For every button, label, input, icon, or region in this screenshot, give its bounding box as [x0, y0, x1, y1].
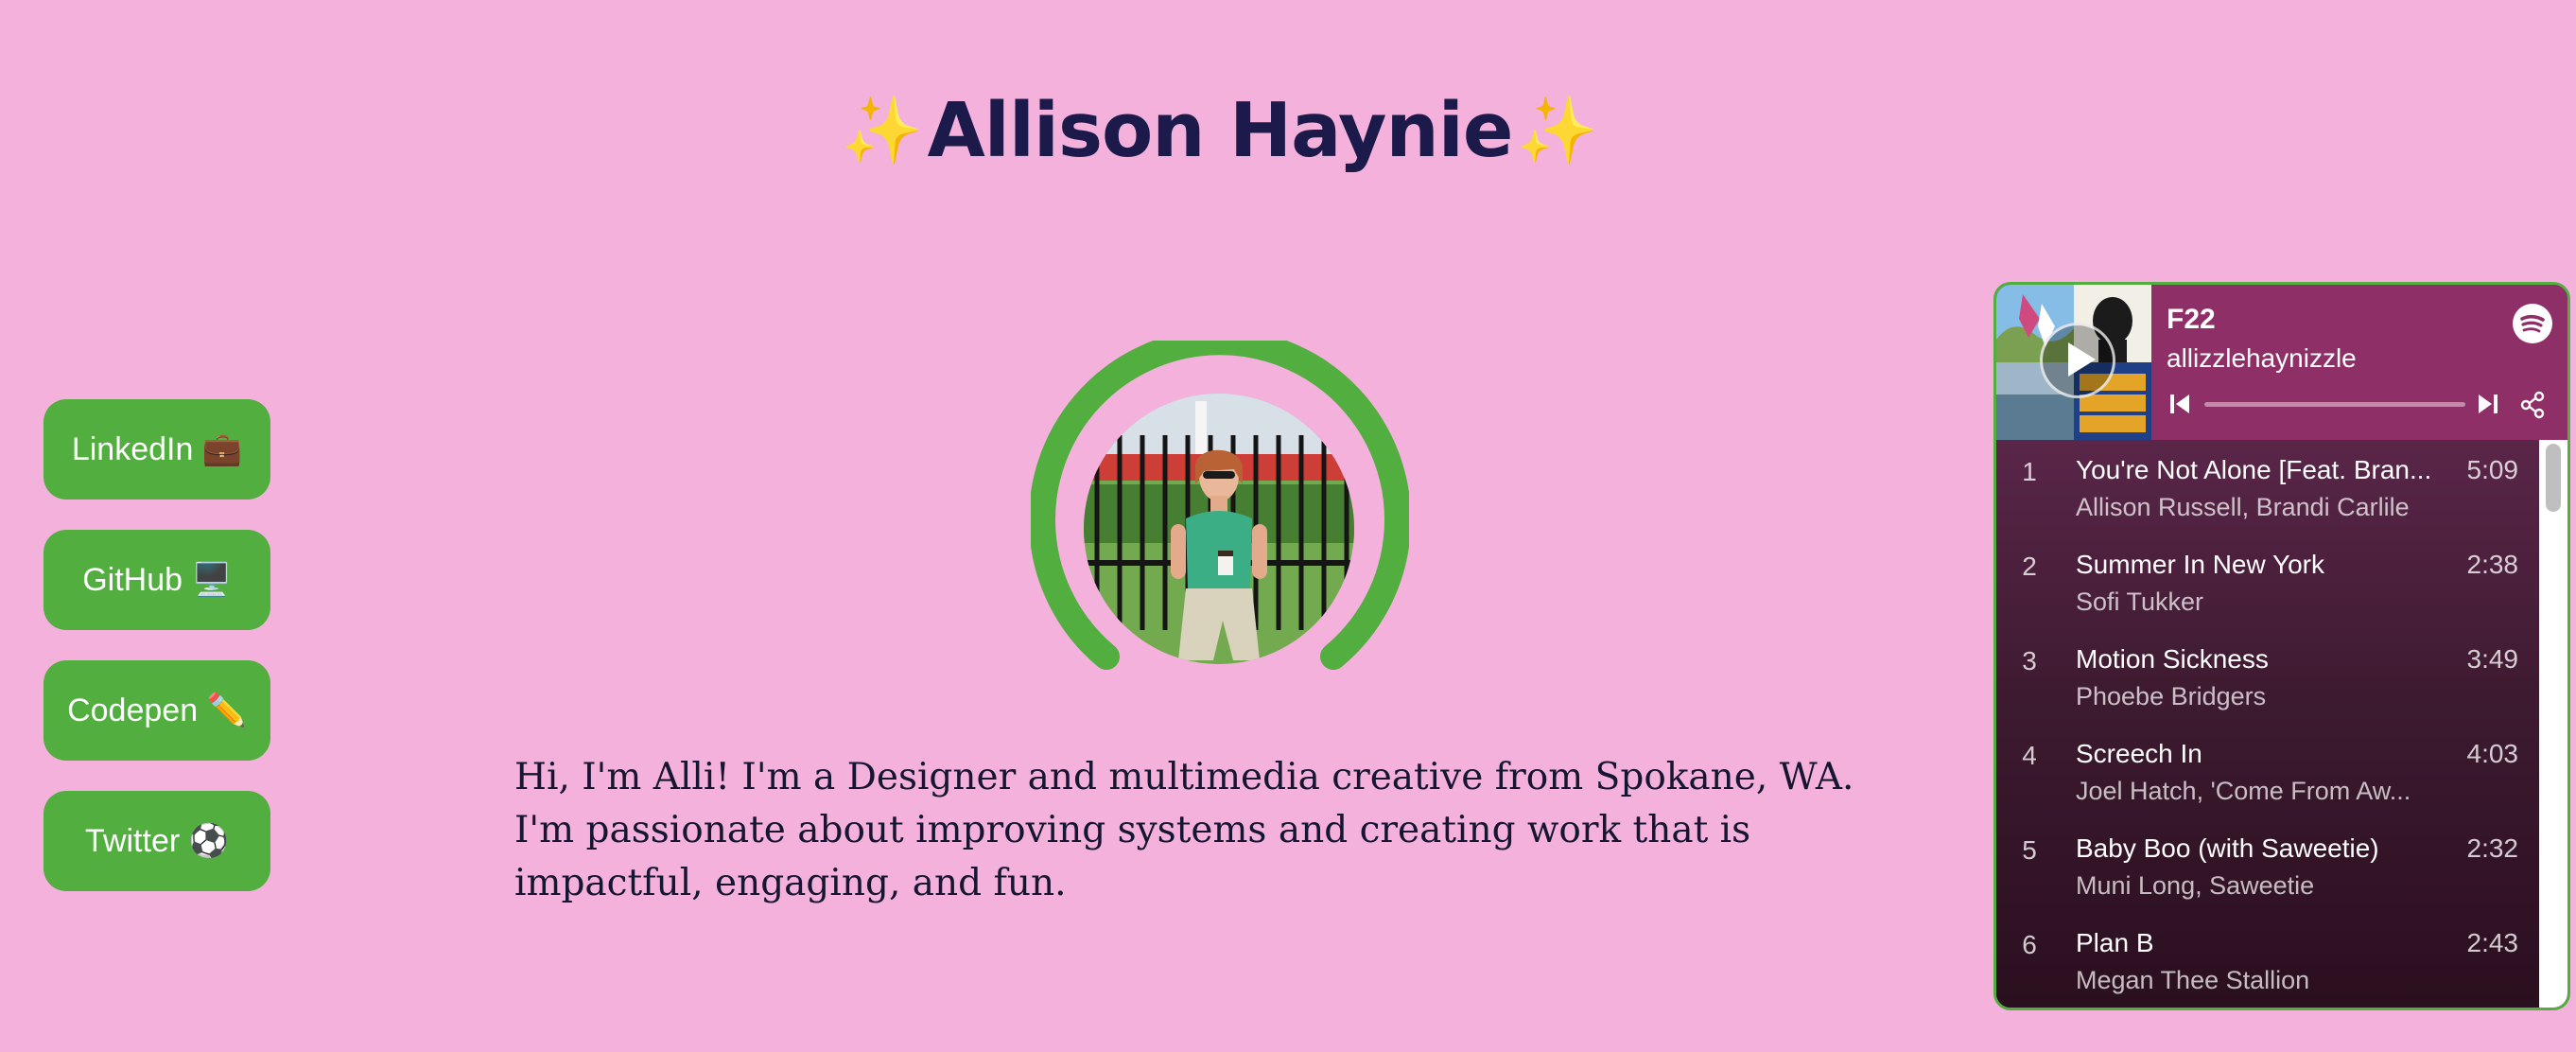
track-row[interactable]: 5 Baby Boo (with Saweetie) Muni Long, Sa… — [1996, 818, 2535, 913]
spotify-icon[interactable] — [2513, 304, 2552, 343]
track-number: 4 — [2022, 741, 2037, 770]
track-artist: Muni Long, Saweetie — [2076, 871, 2315, 900]
track-artist: Allison Russell, Brandi Carlile — [2076, 493, 2410, 521]
track-artist: Megan Thee Stallion — [2076, 966, 2310, 994]
codepen-button[interactable]: Codepen ✏️ — [44, 660, 270, 761]
skip-back-icon[interactable] — [2167, 391, 2193, 417]
page-title: Allison Haynie — [927, 87, 1514, 174]
scroll-thumb[interactable] — [2546, 444, 2561, 512]
track-row[interactable]: 2 Summer In New York Sofi Tukker 2:38 — [1996, 535, 2535, 629]
avatar — [1084, 394, 1354, 664]
playlist-name: F22 — [2167, 304, 2216, 335]
track-duration: 2:32 — [2466, 833, 2519, 863]
playlist-owner: allizzlehaynizzle — [2167, 343, 2357, 373]
page-header: ✨ Allison Haynie ✨ — [0, 74, 2440, 187]
track-title: Motion Sickness — [2076, 644, 2269, 674]
track-title: Plan B — [2076, 928, 2154, 957]
progress-bar[interactable] — [2204, 402, 2465, 407]
track-number: 3 — [2022, 646, 2037, 675]
play-icon[interactable] — [2040, 323, 2115, 398]
intro-text: Hi, I'm Alli! I'm a Designer and multime… — [514, 756, 1854, 904]
track-row[interactable]: 1 You're Not Alone [Feat. Bran... Alliso… — [1996, 440, 2535, 535]
track-number: 6 — [2022, 930, 2037, 959]
track-title: Screech In — [2076, 739, 2202, 768]
track-number: 1 — [2022, 457, 2037, 486]
track-row[interactable]: 3 Motion Sickness Phoebe Bridgers 3:49 — [1996, 629, 2535, 724]
track-title: You're Not Alone [Feat. Bran... — [2076, 455, 2432, 484]
track-duration: 2:43 — [2466, 928, 2519, 957]
sparkle-icon: ✨ — [1516, 92, 1599, 169]
player-header: F22 allizzlehaynizzle — [1996, 285, 2567, 440]
track-number: 2 — [2022, 552, 2037, 581]
spotify-player: F22 allizzlehaynizzle 1 You're Not Alone… — [1993, 282, 2570, 1010]
track-title: Summer In New York — [2076, 550, 2324, 579]
track-duration: 2:38 — [2466, 550, 2519, 579]
track-number: 5 — [2022, 835, 2037, 865]
track-list-scrollbar[interactable] — [2539, 440, 2567, 1008]
track-row[interactable]: 4 Screech In Joel Hatch, 'Come From Aw..… — [1996, 724, 2535, 818]
track-artist: Phoebe Bridgers — [2076, 682, 2267, 710]
twitter-button[interactable]: Twitter ⚽ — [44, 791, 270, 891]
github-button[interactable]: GitHub 🖥️ — [44, 530, 270, 630]
sparkle-icon: ✨ — [841, 92, 924, 169]
share-icon[interactable] — [2516, 389, 2549, 421]
track-duration: 3:49 — [2466, 644, 2519, 674]
album-art — [1996, 285, 2151, 440]
track-row[interactable]: 6 Plan B Megan Thee Stallion 2:43 — [1996, 913, 2535, 1008]
skip-forward-icon[interactable] — [2475, 391, 2501, 417]
linkedin-button[interactable]: LinkedIn 💼 — [44, 399, 270, 500]
track-artist: Joel Hatch, 'Come From Aw... — [2076, 777, 2411, 805]
track-artist: Sofi Tukker — [2076, 587, 2204, 616]
track-title: Baby Boo (with Saweetie) — [2076, 833, 2379, 863]
track-list: 1 You're Not Alone [Feat. Bran... Alliso… — [1996, 440, 2567, 1008]
track-duration: 5:09 — [2466, 455, 2519, 484]
track-duration: 4:03 — [2466, 739, 2519, 768]
social-nav: LinkedIn 💼 GitHub 🖥️ Codepen ✏️ Twitter … — [44, 399, 270, 921]
